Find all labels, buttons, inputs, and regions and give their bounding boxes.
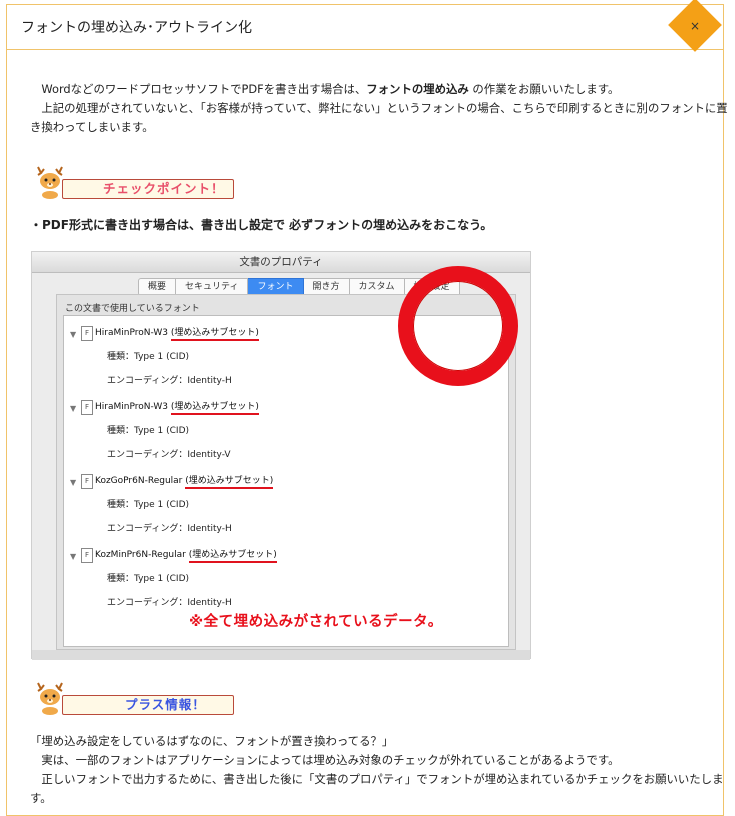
disclosure-triangle-icon[interactable]: ▼ bbox=[70, 404, 76, 413]
font-file-icon: F bbox=[81, 400, 93, 415]
close-icon[interactable]: × bbox=[685, 16, 705, 36]
font-name-text: HiraMinProN-W3 bbox=[95, 328, 168, 338]
embedded-caption: ※全て埋め込みがされているデータ。 bbox=[189, 614, 443, 630]
intro-line-3: き換わってしまいます。 bbox=[30, 120, 154, 134]
disclosure-triangle-icon[interactable]: ▼ bbox=[70, 478, 76, 487]
font-type: 種類：Type 1 (CID) bbox=[107, 352, 190, 362]
outro-line-1: 「埋め込み設定をしているはずなのに、フォントが置き換わってる？」 bbox=[30, 734, 394, 748]
outro-paragraph: 「埋め込み設定をしているはずなのに、フォントが置き換わってる？」 実は、一部のフ… bbox=[30, 732, 723, 808]
font-list-item[interactable]: ▼ F KozGoPr6N-Regular (埋め込みサブセット) 種類：Typ… bbox=[64, 468, 504, 540]
section-title: フォントの埋め込み･アウトライン化 bbox=[21, 20, 252, 36]
dialog-footer bbox=[32, 650, 530, 660]
font-name-text: KozMinPr6N-Regular bbox=[95, 550, 186, 560]
outro-line-3: 正しいフォントで出力するために、書き出した後に「文書のプロパティ」でフォントが埋… bbox=[30, 772, 724, 786]
font-name-text: HiraMinProN-W3 bbox=[95, 402, 168, 412]
plus-info-label: プラス情報！ bbox=[125, 697, 206, 712]
font-file-icon: F bbox=[81, 326, 93, 341]
font-encoding: エンコーディング：Identity-H bbox=[107, 598, 232, 608]
font-type: 種類：Type 1 (CID) bbox=[107, 500, 190, 510]
plus-info-label-box: プラス情報！ bbox=[62, 695, 234, 715]
intro-line-1: WordなどのワードプロセッサソフトでPDFを書き出す場合は、フォントの埋め込み… bbox=[30, 80, 728, 99]
intro-text: の作業をお願いいたします。 bbox=[468, 82, 620, 96]
intro-paragraph: WordなどのワードプロセッサソフトでPDFを書き出す場合は、フォントの埋め込み… bbox=[30, 80, 728, 137]
intro-text-pdf: PDF bbox=[241, 82, 264, 96]
intro-text: Wordなどのワードプロセッサソフトで bbox=[30, 82, 242, 96]
font-encoding: エンコーディング：Identity-H bbox=[107, 376, 232, 386]
checkpoint-label-box: チェックポイント！ bbox=[62, 179, 234, 199]
font-name: KozGoPr6N-Regular (埋め込みサブセット) bbox=[95, 473, 274, 489]
document-properties-dialog: 文書のプロパティ 概要 セキュリティ フォント 開き方 カスタム 詳細設定 この… bbox=[31, 251, 531, 660]
intro-line-2: 上記の処理がされていないと、「お客様が持っていて、弊社にない」というフォントの場… bbox=[30, 101, 728, 115]
font-name-text: KozGoPr6N-Regular bbox=[95, 476, 183, 486]
outro-line-4: す。 bbox=[30, 791, 52, 805]
embedded-subset-tag: (埋め込みサブセット) bbox=[170, 328, 259, 341]
disclosure-triangle-icon[interactable]: ▼ bbox=[70, 330, 76, 339]
font-list-item[interactable]: ▼ F KozMinPr6N-Regular (埋め込みサブセット) 種類：Ty… bbox=[64, 542, 504, 614]
checkpoint-label: チェックポイント！ bbox=[103, 181, 225, 196]
font-name: KozMinPr6N-Regular (埋め込みサブセット) bbox=[95, 547, 277, 563]
embedded-subset-tag: (埋め込みサブセット) bbox=[185, 476, 274, 489]
embedded-subset-tag: (埋め込みサブセット) bbox=[170, 402, 259, 415]
section-header: フォントの埋め込み･アウトライン化 bbox=[7, 5, 723, 50]
intro-text: を書き出す場合は、 bbox=[263, 82, 367, 96]
highlight-circle bbox=[398, 266, 518, 386]
font-list-item[interactable]: ▼ F HiraMinProN-W3 (埋め込みサブセット) 種類：Type 1… bbox=[64, 394, 504, 466]
outro-line-2: 実は、一部のフォントはアプリケーションによっては埋め込み対象のチェックが外れてい… bbox=[30, 753, 620, 767]
font-name: HiraMinProN-W3 (埋め込みサブセット) bbox=[95, 399, 259, 415]
disclosure-triangle-icon[interactable]: ▼ bbox=[70, 552, 76, 561]
pdf-instruction-heading: ・PDF形式に書き出す場合は、書き出し設定で 必ずフォントの埋め込みをおこなう。 bbox=[30, 218, 493, 232]
font-type: 種類：Type 1 (CID) bbox=[107, 574, 190, 584]
font-type: 種類：Type 1 (CID) bbox=[107, 426, 190, 436]
font-encoding: エンコーディング：Identity-H bbox=[107, 524, 232, 534]
font-file-icon: F bbox=[81, 548, 93, 563]
embedded-subset-tag: (埋め込みサブセット) bbox=[188, 550, 277, 563]
font-file-icon: F bbox=[81, 474, 93, 489]
font-name: HiraMinProN-W3 (埋め込みサブセット) bbox=[95, 325, 259, 341]
fonts-panel-label: この文書で使用しているフォント bbox=[65, 304, 200, 314]
font-encoding: エンコーディング：Identity-V bbox=[107, 450, 231, 460]
intro-bold-text: フォントの埋め込み bbox=[366, 82, 469, 96]
